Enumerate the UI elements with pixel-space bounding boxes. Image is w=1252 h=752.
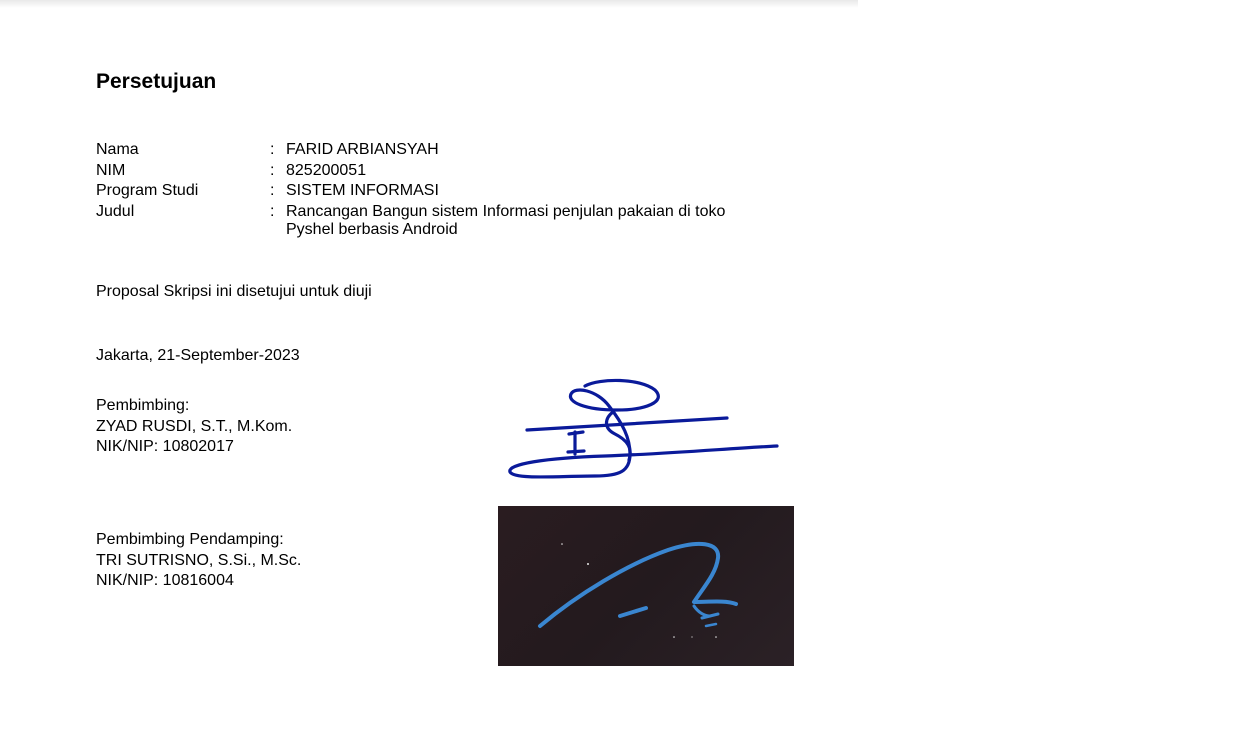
- supervisor-id: NIK/NIP: 10802017: [96, 438, 234, 455]
- supervisor-role: Pembimbing:: [96, 397, 190, 414]
- field-label: Program Studi: [96, 182, 199, 199]
- supervisor-block: Pembimbing: ZYAD RUSDI, S.T., M.Kom. NIK…: [96, 396, 292, 458]
- field-value: 825200051: [286, 161, 367, 179]
- field-label: Nama: [96, 141, 139, 158]
- field-value: Rancangan Bangun sistem Informasi penjul…: [286, 202, 726, 238]
- info-table: Nama : FARID ARBIANSYAH NIM : 825200051 …: [96, 140, 746, 239]
- field-label: Judul: [96, 202, 135, 220]
- field-value: FARID ARBIANSYAH: [286, 141, 439, 158]
- field-colon: :: [270, 182, 275, 199]
- co-supervisor-id: NIK/NIP: 10816004: [96, 572, 234, 589]
- field-label: NIM: [96, 161, 126, 179]
- field-value: SISTEM INFORMASI: [286, 182, 439, 199]
- place-date: Jakarta, 21-September-2023: [96, 347, 300, 364]
- field-colon: :: [270, 202, 275, 220]
- co-supervisor-name: TRI SUTRISNO, S.Si., M.Sc.: [96, 551, 302, 569]
- co-supervisor-signature: [498, 506, 794, 666]
- co-supervisor-signature-icon: [538, 541, 738, 638]
- co-supervisor-role: Pembimbing Pendamping:: [96, 531, 284, 548]
- info-row-judul: Judul : Rancangan Bangun sistem Informas…: [96, 202, 746, 239]
- info-row-program-studi: Program Studi : SISTEM INFORMASI: [96, 181, 746, 201]
- supervisor-name: ZYAD RUSDI, S.T., M.Kom.: [96, 417, 293, 435]
- field-colon: :: [270, 141, 275, 158]
- document-page: Persetujuan Nama : FARID ARBIANSYAH NIM …: [0, 0, 858, 752]
- supervisor-signature-icon: [508, 378, 779, 479]
- info-row-nama: Nama : FARID ARBIANSYAH: [96, 140, 746, 160]
- page-top-shadow: [0, 0, 858, 8]
- info-row-nim: NIM : 825200051: [96, 161, 746, 181]
- approval-statement: Proposal Skripsi ini disetujui untuk diu…: [96, 283, 372, 300]
- page-title: Persetujuan: [96, 70, 217, 93]
- field-colon: :: [270, 161, 275, 179]
- co-supervisor-block: Pembimbing Pendamping: TRI SUTRISNO, S.S…: [96, 530, 301, 592]
